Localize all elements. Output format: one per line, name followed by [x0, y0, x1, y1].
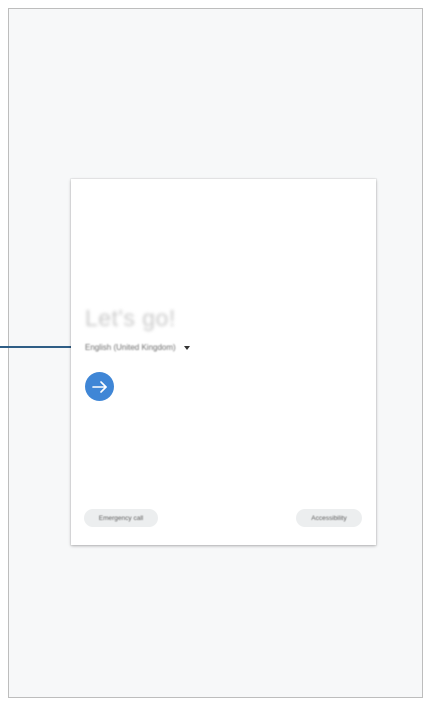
language-label: English (United Kingdom)	[85, 343, 176, 352]
emergency-call-button[interactable]: Emergency call	[84, 509, 158, 527]
arrow-right-icon	[91, 380, 107, 393]
accessibility-button[interactable]: Accessibility	[296, 509, 362, 527]
caret-down-icon	[183, 345, 190, 350]
setup-screen: Let's go! English (United Kingdom) Emerg…	[71, 179, 376, 545]
emergency-call-label: Emergency call	[98, 514, 144, 522]
accessibility-label: Accessibility	[311, 514, 347, 522]
page: Let's go! English (United Kingdom) Emerg…	[0, 0, 432, 707]
next-button[interactable]	[85, 372, 114, 401]
welcome-title: Let's go!	[85, 305, 176, 331]
callout-line	[0, 346, 82, 348]
language-selector[interactable]: English (United Kingdom)	[85, 343, 190, 352]
